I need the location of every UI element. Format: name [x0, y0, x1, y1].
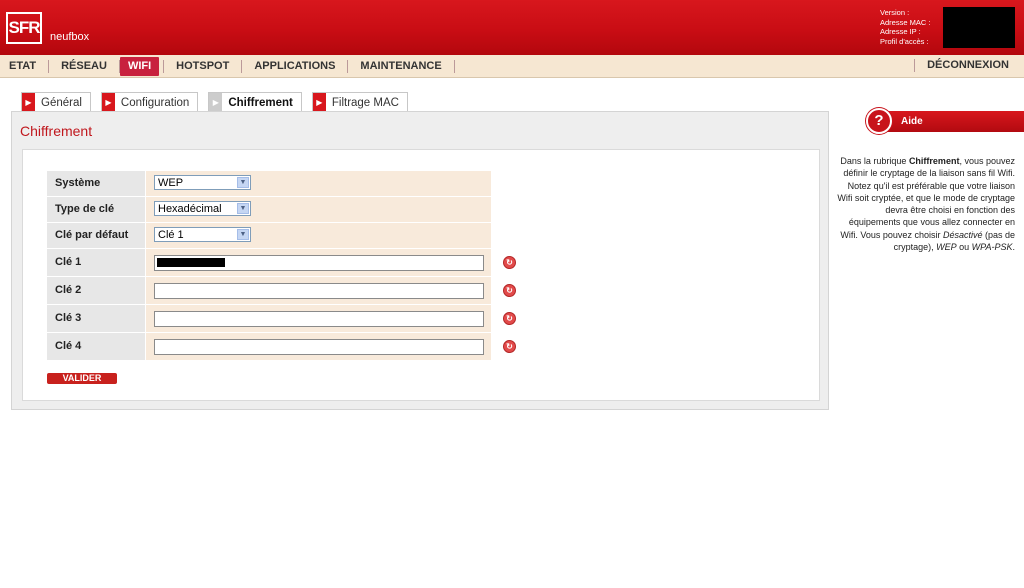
chevron-down-icon: ▼	[237, 203, 249, 214]
key-generate-icon[interactable]: ↻	[503, 312, 516, 325]
help-text-italic: Désactivé	[942, 229, 983, 240]
panel-title: Chiffrement	[20, 123, 93, 139]
key-generate-icon[interactable]: ↻	[503, 284, 516, 297]
tab-general[interactable]: ▶ Général	[21, 92, 91, 112]
system-select-value: WEP	[158, 177, 184, 189]
arrow-right-icon: ▶	[101, 93, 115, 112]
key-type-select[interactable]: Hexadécimal ▼	[154, 201, 251, 216]
menu-etat[interactable]: ETAT	[0, 59, 50, 73]
ip-address-label: Adresse IP	[880, 27, 930, 37]
help-title: Aide	[901, 116, 923, 127]
default-key-select[interactable]: Clé 1 ▼	[154, 227, 251, 242]
chevron-down-icon: ▼	[237, 177, 249, 188]
key-generate-icon[interactable]: ↻	[503, 256, 516, 269]
redacted-device-info	[943, 7, 1015, 48]
help-text-part: ou	[956, 242, 972, 253]
tab-label: Chiffrement	[228, 96, 293, 109]
key-type-label: Type de clé	[47, 197, 145, 222]
key-generate-icon[interactable]: ↻	[503, 340, 516, 353]
arrow-right-icon: ▶	[22, 93, 35, 112]
tab-label: Configuration	[120, 96, 190, 109]
arrow-right-icon: ▶	[209, 93, 223, 112]
logout-link[interactable]: DÉCONNEXION	[914, 59, 1009, 72]
default-key-label: Clé par défaut	[47, 223, 145, 248]
key1-input[interactable]	[154, 255, 484, 271]
help-text-part: .	[1012, 242, 1015, 253]
help-text-italic: WEP	[936, 242, 957, 253]
help-text-part: Dans la rubrique	[840, 156, 909, 166]
key4-input[interactable]	[154, 339, 484, 355]
encryption-form: Système WEP ▼ Type de clé Hexadécimal ▼ …	[22, 149, 820, 401]
key3-input[interactable]	[154, 311, 484, 327]
help-icon: ?	[866, 108, 892, 134]
menu-wifi[interactable]: WIFI	[119, 56, 160, 76]
help-text-bold: Chiffrement	[908, 156, 960, 166]
help-text: Dans la rubrique Chiffrement, vous pouve…	[837, 155, 1015, 253]
sfr-logo: SFR	[6, 12, 42, 44]
key4-label: Clé 4	[47, 333, 145, 360]
tab-filtrage-mac[interactable]: ▶ Filtrage MAC	[311, 92, 408, 112]
key2-input[interactable]	[154, 283, 484, 299]
version-label: Version	[880, 8, 930, 18]
help-text-italic: WPA-PSK	[971, 242, 1013, 253]
main-menu: ETAT RÉSEAU WIFI HOTSPOT APPLICATIONS MA…	[0, 55, 1024, 78]
menu-maintenance[interactable]: MAINTENANCE	[348, 59, 455, 73]
header-bar: SFR neufbox Version Adresse MAC Adresse …	[0, 0, 1024, 55]
redacted-key-value	[157, 258, 225, 267]
tab-configuration[interactable]: ▶ Configuration	[100, 92, 199, 112]
arrow-right-icon: ▶	[312, 93, 326, 112]
encryption-panel: Chiffrement Système WEP ▼ Type de clé He…	[11, 111, 829, 410]
system-label: Système	[47, 171, 145, 196]
brand-name: neufbox	[50, 31, 90, 43]
menu-reseau[interactable]: RÉSEAU	[49, 59, 120, 73]
help-bar	[875, 111, 1024, 132]
key1-label: Clé 1	[47, 249, 145, 276]
help-text-part: , vous pouvez définir le cryptage de la …	[837, 156, 1015, 240]
menu-hotspot[interactable]: HOTSPOT	[163, 59, 243, 73]
key3-label: Clé 3	[47, 305, 145, 332]
tab-label: Filtrage MAC	[331, 96, 399, 109]
access-profile-label: Profil d'accès	[880, 37, 930, 47]
default-key-select-value: Clé 1	[158, 229, 184, 241]
key2-label: Clé 2	[47, 277, 145, 304]
device-info-labels: Version Adresse MAC Adresse IP Profil d'…	[880, 8, 930, 46]
validate-button[interactable]: VALIDER	[47, 373, 117, 384]
tab-chiffrement[interactable]: ▶ Chiffrement	[208, 92, 302, 112]
mac-address-label: Adresse MAC	[880, 18, 930, 28]
key-type-select-value: Hexadécimal	[158, 203, 222, 215]
tab-label: Général	[41, 96, 82, 109]
wifi-tabs: ▶ Général ▶ Configuration ▶ Chiffrement …	[21, 92, 418, 112]
system-select[interactable]: WEP ▼	[154, 175, 251, 190]
help-header: ? Aide	[866, 108, 1024, 134]
chevron-down-icon: ▼	[237, 229, 249, 240]
menu-applications[interactable]: APPLICATIONS	[242, 59, 349, 73]
